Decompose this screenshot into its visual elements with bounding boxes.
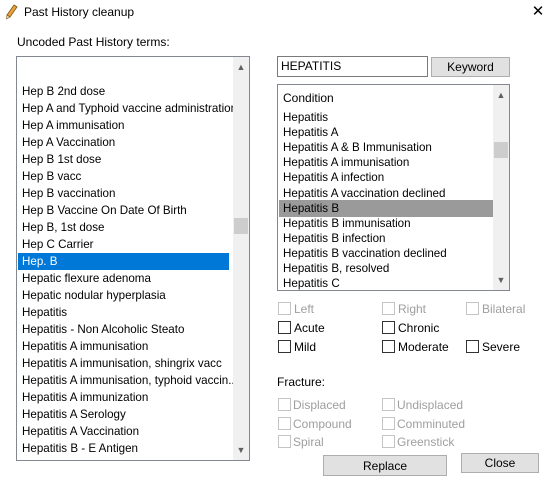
pencil-icon	[5, 4, 19, 20]
list-item[interactable]: Hepatitis C	[283, 275, 340, 290]
list-item[interactable]: Hep B vaccination	[22, 185, 115, 202]
list-item-selected[interactable]: Hep. B	[18, 253, 229, 270]
bilateral-checkbox[interactable]	[466, 302, 479, 315]
condition-scrollbar[interactable]: ▲ ▼	[493, 85, 509, 290]
keyword-search-input[interactable]: HEPATITIS	[277, 56, 428, 77]
list-item[interactable]: Hep B, 1st dose	[22, 219, 105, 236]
displaced-label: Displaced	[293, 398, 346, 412]
undisplaced-label: Undisplaced	[397, 398, 464, 412]
spiral-checkbox[interactable]	[278, 435, 291, 448]
list-item[interactable]: Hepatitis A immunisation	[22, 338, 148, 355]
left-label: Left	[294, 302, 315, 316]
mild-checkbox[interactable]	[278, 340, 291, 353]
acute-checkbox[interactable]	[278, 321, 291, 334]
list-item[interactable]: Hep B Vaccine On Date Of Birth	[22, 202, 187, 219]
compound-checkbox[interactable]	[278, 417, 291, 430]
list-item[interactable]: Hep C Carrier	[22, 236, 94, 253]
replace-button[interactable]: Replace	[323, 455, 447, 476]
scroll-down-icon[interactable]: ▼	[493, 272, 509, 288]
list-item[interactable]: Hep A immunisation	[22, 117, 124, 134]
list-item[interactable]: Hepatitis A immunisation, typhoid vaccin…	[22, 372, 238, 389]
list-item[interactable]: Hep B 1st dose	[22, 151, 101, 168]
comminuted-label: Comminuted	[397, 417, 466, 431]
list-item[interactable]: Hepatitis A Serology	[22, 406, 126, 423]
mild-label: Mild	[294, 340, 317, 354]
window-title: Past History cleanup	[24, 5, 135, 19]
list-item[interactable]: Hep A Vaccination	[22, 134, 115, 151]
list-item[interactable]: Hepatitis A immunization	[22, 389, 148, 406]
list-item[interactable]: Hepatitis - Non Alcoholic Steato	[22, 321, 184, 338]
comminuted-checkbox[interactable]	[382, 417, 395, 430]
list-item[interactable]: Hepatitis A immunisation, shingrix vacc	[22, 355, 222, 372]
acute-label: Acute	[294, 321, 325, 335]
moderate-checkbox[interactable]	[382, 340, 395, 353]
bilateral-label: Bilateral	[482, 302, 526, 316]
compound-label: Compound	[293, 417, 352, 431]
scroll-thumb[interactable]	[494, 142, 508, 158]
chronic-label: Chronic	[398, 321, 440, 335]
list-item[interactable]: Hepatitis B - E Antigen	[22, 440, 138, 457]
greenstick-label: Greenstick	[397, 435, 455, 449]
undisplaced-checkbox[interactable]	[382, 398, 395, 411]
list-item[interactable]: Hepatitis A Vaccination	[22, 423, 139, 440]
keyword-button[interactable]: Keyword	[431, 57, 510, 77]
list-item[interactable]: Hep B vacc	[22, 168, 81, 185]
scroll-up-icon[interactable]: ▲	[493, 87, 509, 103]
list-item[interactable]: Hepatic flexure adenoma	[22, 270, 151, 287]
uncoded-terms-label: Uncoded Past History terms:	[17, 35, 170, 49]
severe-label: Severe	[482, 340, 521, 354]
fracture-label: Fracture:	[277, 375, 326, 389]
spiral-label: Spiral	[293, 435, 324, 449]
list-item[interactable]: Hepatic nodular hyperplasia	[22, 287, 166, 304]
title-bar: Past History cleanup ✕	[0, 0, 553, 26]
uncoded-terms-list[interactable]: Hep B 2nd dose Hep A and Typhoid vaccine …	[16, 56, 250, 461]
displaced-checkbox[interactable]	[278, 398, 291, 411]
close-window-icon[interactable]: ✕	[530, 3, 546, 21]
scroll-down-icon[interactable]: ▼	[233, 442, 249, 458]
scroll-up-icon[interactable]: ▲	[233, 59, 249, 75]
chronic-checkbox[interactable]	[382, 321, 395, 334]
uncoded-terms-scrollbar[interactable]: ▲ ▼	[233, 57, 249, 460]
list-item[interactable]: Hepatitis	[22, 304, 67, 321]
moderate-label: Moderate	[398, 340, 449, 354]
severe-checkbox[interactable]	[466, 340, 479, 353]
right-checkbox[interactable]	[382, 302, 395, 315]
left-checkbox[interactable]	[278, 302, 291, 315]
greenstick-checkbox[interactable]	[382, 435, 395, 448]
list-item[interactable]: Hep A and Typhoid vaccine administration	[22, 100, 237, 117]
right-label: Right	[398, 302, 427, 316]
condition-list-header: Condition	[283, 91, 334, 105]
scroll-thumb[interactable]	[234, 218, 248, 234]
close-button[interactable]: Close	[461, 453, 539, 473]
condition-list[interactable]: Condition Hepatitis Hepatitis A Hepatitis …	[277, 84, 510, 291]
list-item[interactable]: Hep B 2nd dose	[22, 83, 105, 100]
